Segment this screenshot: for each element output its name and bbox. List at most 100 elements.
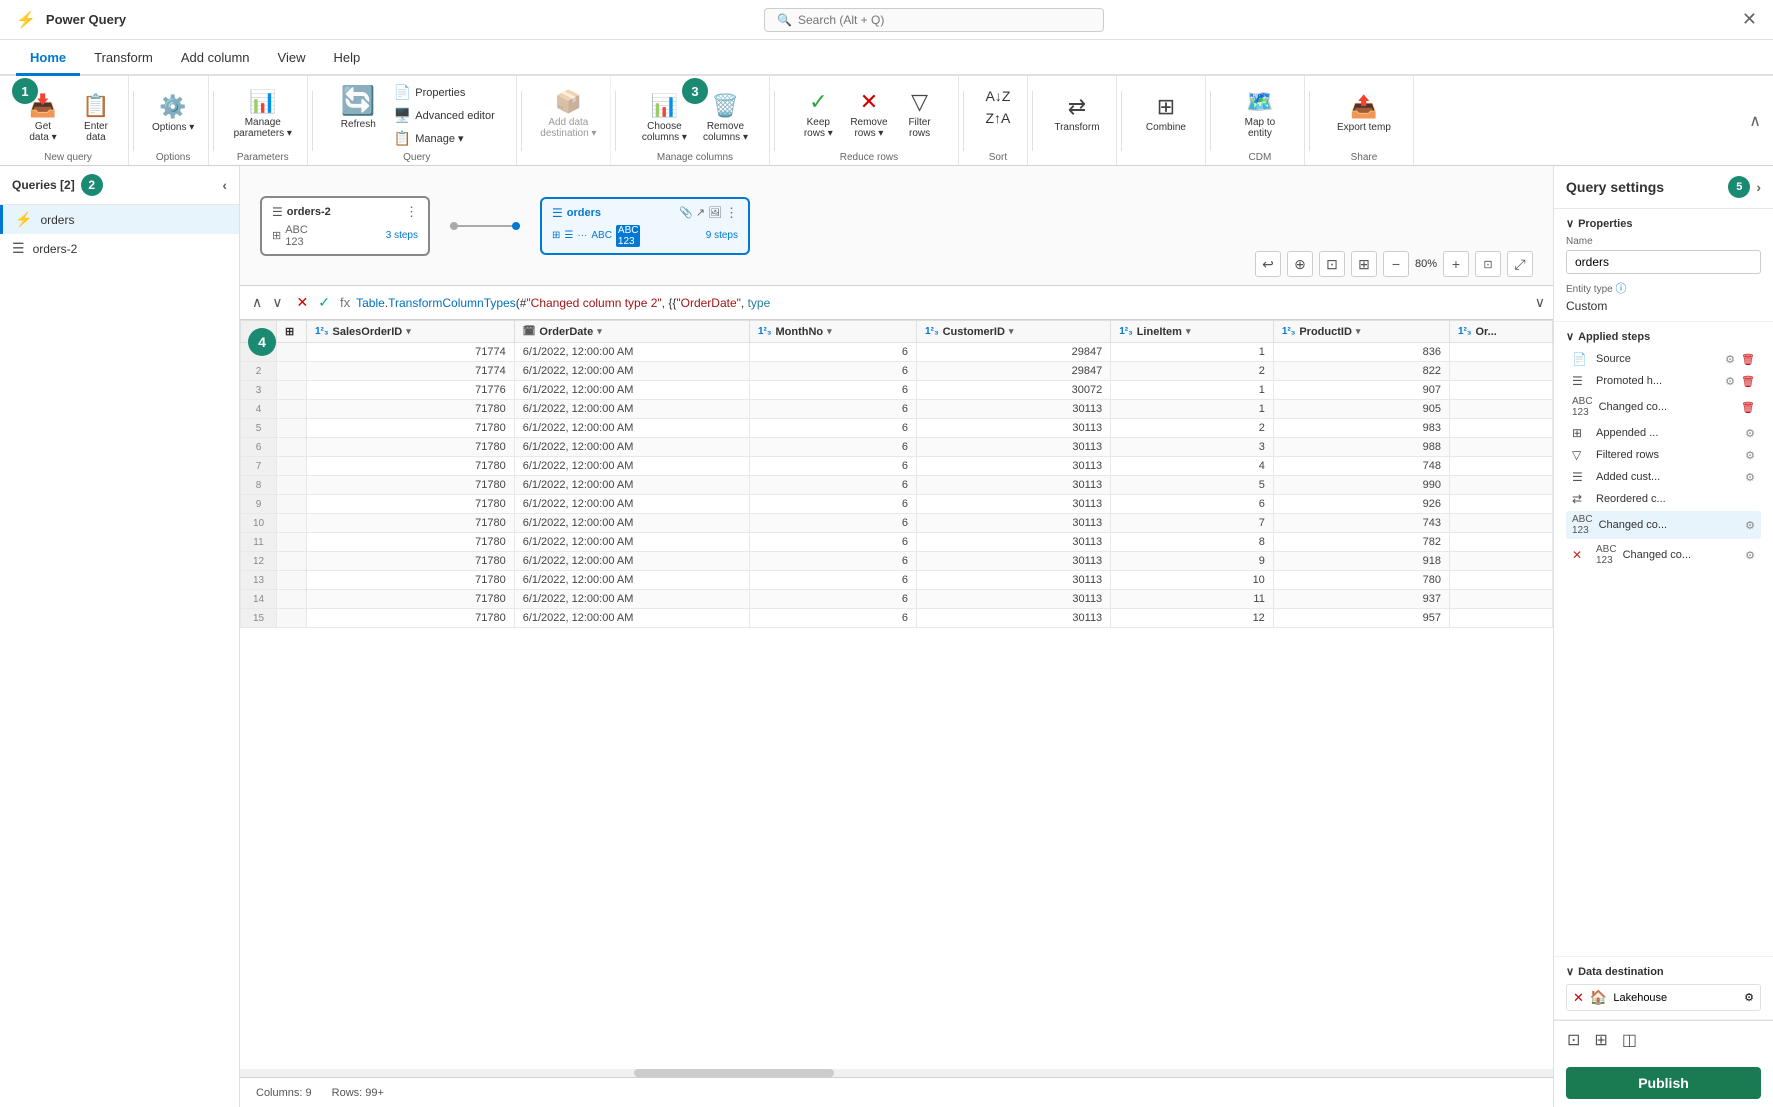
publish-button[interactable]: Publish	[1566, 1067, 1761, 1099]
col-header-orderdate[interactable]: 🗓 OrderDate ▾	[514, 321, 749, 343]
step-added-gear-icon[interactable]: ⚙	[1745, 471, 1755, 484]
step-source-gear-icon[interactable]: ⚙	[1725, 353, 1735, 366]
undo-button[interactable]: ↩	[1255, 251, 1281, 277]
col-header-lineitem[interactable]: 1²₃ LineItem ▾	[1111, 321, 1274, 343]
salesorderid-filter-icon[interactable]: ▾	[406, 326, 411, 337]
close-icon[interactable]: ✕	[1742, 9, 1757, 30]
destination-remove-icon[interactable]: ✕	[1573, 990, 1584, 1006]
step-source-delete-icon[interactable]: 🗑	[1741, 353, 1755, 366]
step-filtered-gear-icon[interactable]: ⚙	[1745, 449, 1755, 462]
data-grid-container[interactable]: ⊞ 1²₃ SalesOrderID ▾	[240, 320, 1553, 1069]
orders-node-options-icon[interactable]: ⋮	[725, 205, 738, 221]
advanced-editor-button[interactable]: 🖥️ Advanced editor	[390, 105, 499, 126]
step-changed-co3[interactable]: ✕ ABC123 Changed co... ⚙	[1566, 541, 1761, 569]
name-field-input[interactable]	[1566, 250, 1761, 274]
destination-row[interactable]: ✕ 🏠 Lakehouse ⚙	[1566, 984, 1761, 1011]
row-expand-icon[interactable]	[277, 533, 307, 552]
step-promoted-h[interactable]: ☰ Promoted h... ⚙ 🗑	[1566, 371, 1761, 391]
row-expand-icon[interactable]	[277, 400, 307, 419]
remove-rows-button[interactable]: ✕ Removerows ▾	[844, 85, 893, 143]
expand-button[interactable]: ⊞	[1351, 251, 1377, 277]
enter-data-button[interactable]: 📋 Enterdata	[72, 89, 120, 147]
export-temp-button[interactable]: 📤 Export temp	[1331, 90, 1397, 137]
formula-cancel-button[interactable]: ✕	[293, 292, 313, 313]
scroll-thumb[interactable]	[634, 1069, 834, 1077]
row-expand-icon[interactable]	[277, 590, 307, 609]
lineitem-filter-icon[interactable]: ▾	[1186, 326, 1191, 337]
sort-za-button[interactable]: Z↑A	[981, 108, 1014, 128]
step-filtered-rows[interactable]: ▽ Filtered rows ⚙	[1566, 445, 1761, 465]
row-expand-icon[interactable]	[277, 609, 307, 628]
horizontal-scrollbar[interactable]	[240, 1069, 1553, 1077]
step-appended[interactable]: ⊞ Appended ... ⚙	[1566, 423, 1761, 443]
schema-view-icon[interactable]: ◫	[1619, 1027, 1640, 1053]
manage-button[interactable]: 📋 Manage ▾	[390, 128, 499, 149]
col-header-productid[interactable]: 1²₃ ProductID ▾	[1273, 321, 1449, 343]
step-changed2-gear-icon[interactable]: ⚙	[1745, 519, 1755, 532]
formula-up-button[interactable]: ∧	[248, 292, 266, 313]
col-header-salesorderid[interactable]: 1²₃ SalesOrderID ▾	[307, 321, 515, 343]
orders2-node-options-icon[interactable]: ⋮	[405, 204, 418, 220]
orders-node-icon1[interactable]: 📎	[679, 206, 693, 219]
orders-node[interactable]: ☰ orders 📎 ↗ 🖼 ⋮ ⊞ ☰ ··· ABC ABC123	[540, 197, 750, 255]
fit-button[interactable]: ⊡	[1319, 251, 1345, 277]
productid-filter-icon[interactable]: ▾	[1356, 326, 1361, 337]
sort-az-button[interactable]: A↓Z	[981, 86, 1014, 106]
step-promoted-gear-icon[interactable]: ⚙	[1725, 375, 1735, 388]
fullscreen-button[interactable]: ⤢	[1507, 251, 1533, 277]
add-data-destination-button[interactable]: 📦 Add datadestination ▾	[534, 85, 602, 143]
collapse-ribbon-button[interactable]: ∧	[1745, 76, 1765, 165]
row-expand-icon[interactable]	[277, 343, 307, 362]
row-expand-icon[interactable]	[277, 419, 307, 438]
row-expand-icon[interactable]	[277, 438, 307, 457]
tab-home[interactable]: Home	[16, 42, 80, 76]
col-header-monthno[interactable]: 1²₃ MonthNo ▾	[749, 321, 916, 343]
refresh-button[interactable]: 🔄 Refresh	[335, 80, 382, 134]
filter-rows-button[interactable]: ▽ Filterrows	[898, 85, 942, 143]
grid-view-icon[interactable]: ⊞	[1591, 1027, 1610, 1053]
row-expand-icon[interactable]	[277, 381, 307, 400]
tab-view[interactable]: View	[264, 42, 320, 76]
step-changed-co2[interactable]: ABC123 Changed co... ⚙	[1566, 511, 1761, 539]
redo-button[interactable]: ⊕	[1287, 251, 1313, 277]
step-source[interactable]: 📄 Source ⚙ 🗑	[1566, 349, 1761, 369]
zoom-fit-button[interactable]: ⊡	[1475, 251, 1501, 277]
panel-expand-icon[interactable]: ›	[1756, 179, 1761, 195]
step-promoted-delete-icon[interactable]: 🗑	[1741, 375, 1755, 388]
row-expand-icon[interactable]	[277, 362, 307, 381]
customerid-filter-icon[interactable]: ▾	[1009, 326, 1014, 337]
entity-type-info-icon[interactable]: ⓘ	[1615, 283, 1626, 295]
row-expand-icon[interactable]	[277, 476, 307, 495]
orderdate-filter-icon[interactable]: ▾	[597, 326, 602, 337]
zoom-out-button[interactable]: −	[1383, 251, 1409, 277]
map-to-entity-button[interactable]: 🗺️ Map toentity	[1238, 85, 1282, 143]
sidebar-collapse-icon[interactable]: ‹	[222, 177, 227, 193]
search-input[interactable]	[798, 13, 1091, 27]
sidebar-item-orders[interactable]: ⚡ orders	[0, 205, 239, 234]
tab-transform[interactable]: Transform	[80, 42, 167, 76]
step-appended-gear-icon[interactable]: ⚙	[1745, 427, 1755, 440]
step-changed-co1[interactable]: ABC123 Changed co... 🗑	[1566, 393, 1761, 421]
formula-confirm-button[interactable]: ✓	[314, 292, 334, 313]
step-reordered[interactable]: ⇄ Reordered c...	[1566, 489, 1761, 509]
step-changed1-delete-icon[interactable]: 🗑	[1741, 401, 1755, 414]
step-view-icon[interactable]: ⊡	[1564, 1027, 1583, 1053]
formula-expand-button[interactable]: ∨	[1535, 294, 1545, 311]
row-expand-icon[interactable]	[277, 552, 307, 571]
step-added-cust[interactable]: ☰ Added cust... ⚙	[1566, 467, 1761, 487]
zoom-in-button[interactable]: +	[1443, 251, 1469, 277]
orders-node-icon2[interactable]: ↗	[696, 206, 705, 219]
combine-button[interactable]: ⊞ Combine	[1140, 90, 1192, 137]
row-expand-icon[interactable]	[277, 495, 307, 514]
monthno-filter-icon[interactable]: ▾	[827, 326, 832, 337]
transform-button[interactable]: ⇄ Transform	[1048, 90, 1105, 137]
step-changed3-gear-icon[interactable]: ⚙	[1745, 549, 1755, 562]
orders-node-icon3[interactable]: 🖼	[708, 206, 722, 219]
options-button[interactable]: ⚙️ Options ▾	[146, 90, 200, 137]
properties-button[interactable]: 📄 Properties	[390, 82, 499, 103]
tab-add-column[interactable]: Add column	[167, 42, 264, 76]
orders2-node[interactable]: ☰ orders-2 ⋮ ⊞ ABC123 3 steps	[260, 196, 430, 256]
search-bar[interactable]: 🔍	[764, 8, 1104, 32]
row-expand-icon[interactable]	[277, 457, 307, 476]
row-expand-icon[interactable]	[277, 514, 307, 533]
